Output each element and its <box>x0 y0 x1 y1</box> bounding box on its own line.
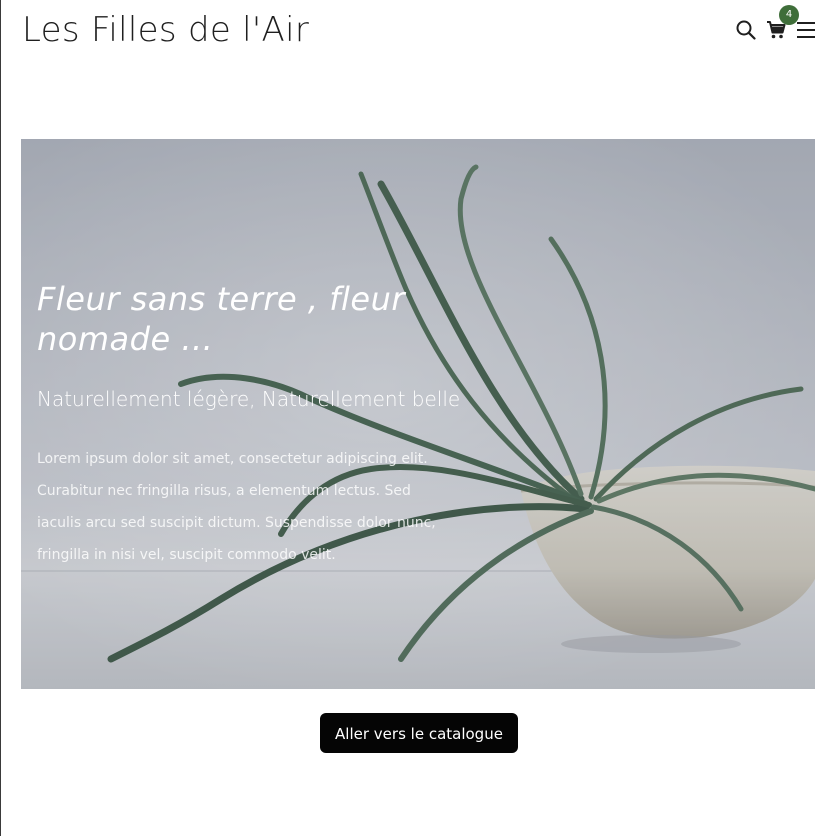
header-actions: 4 <box>735 5 817 42</box>
site-logo[interactable]: Les Filles de l'Air <box>22 8 309 52</box>
menu-button[interactable] <box>795 18 817 42</box>
page: Les Filles de l'Air 4 Fleur sans terre ,… <box>0 0 835 836</box>
menu-icon <box>797 22 815 38</box>
hero-subtitle: Naturellement légère, Naturellement bell… <box>37 387 461 411</box>
hero-text: Fleur sans terre , fleur nomade ... Natu… <box>37 279 507 571</box>
catalogue-button[interactable]: Aller vers le catalogue <box>320 713 518 753</box>
hero-description: Lorem ipsum dolor sit amet, consectetur … <box>37 451 436 563</box>
search-button[interactable] <box>735 18 757 42</box>
hero-banner: Fleur sans terre , fleur nomade ... Natu… <box>21 139 815 689</box>
cart-button[interactable]: 4 <box>765 5 799 42</box>
search-icon <box>736 20 756 40</box>
hero-title: Fleur sans terre , fleur nomade ... <box>37 280 406 358</box>
